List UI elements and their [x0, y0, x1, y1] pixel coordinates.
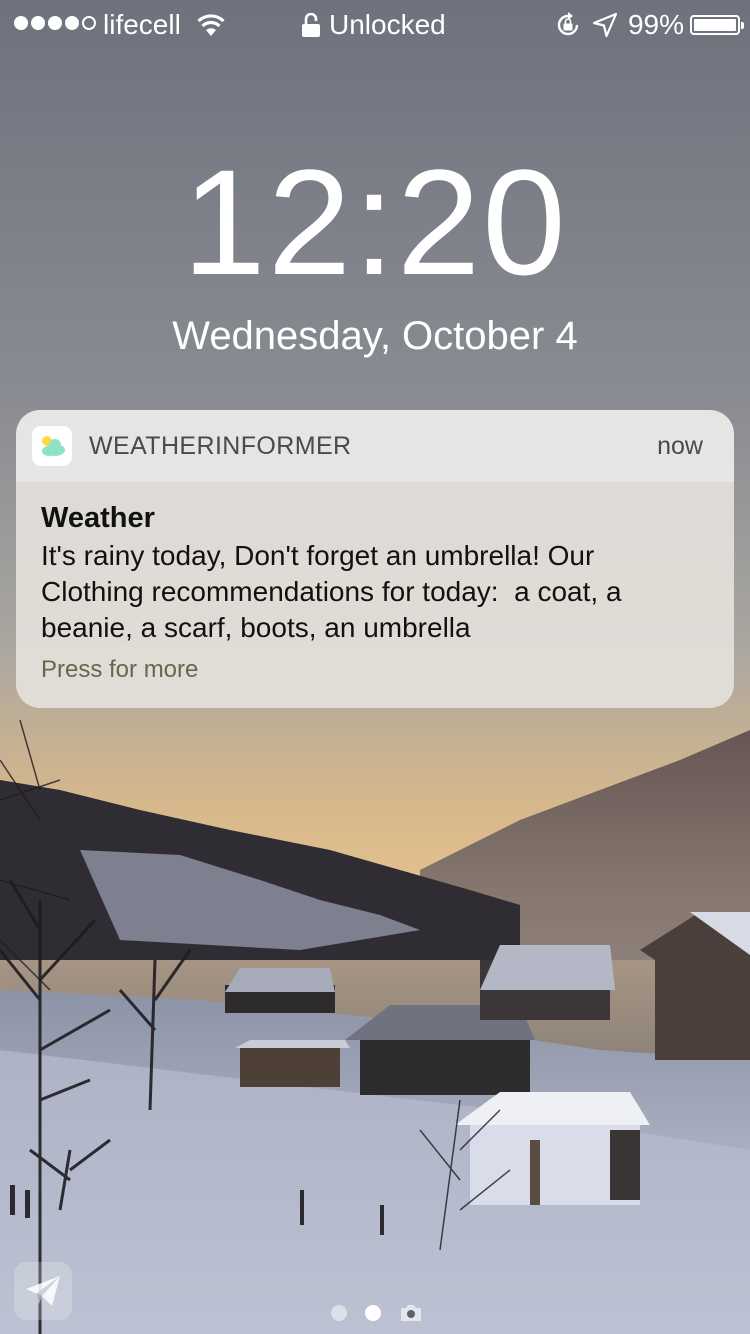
camera-icon[interactable]	[399, 1304, 423, 1322]
notification-card[interactable]: WEATHERINFORMER now Weather It's rainy t…	[16, 410, 734, 708]
battery-icon	[690, 15, 744, 35]
signal-dot-empty	[82, 16, 96, 30]
signal-dot	[31, 16, 45, 30]
notification-body: Weather It's rainy today, Don't forget a…	[16, 482, 734, 708]
lock-status-label: Unlocked	[329, 9, 446, 40]
paper-plane-icon[interactable]	[14, 1262, 72, 1320]
wifi-icon	[197, 14, 225, 36]
cellular-signal-icon	[14, 16, 96, 30]
page-dot-active[interactable]	[365, 1305, 381, 1321]
signal-dot	[65, 16, 79, 30]
lock-screen-time: 12:20	[182, 138, 568, 306]
orientation-lock-icon	[557, 12, 579, 36]
weather-cloud-sun-icon	[32, 426, 72, 466]
lock-screen-date: Wednesday, October 4	[172, 314, 578, 358]
status-right-group: 99%	[554, 9, 744, 41]
press-for-more-hint: Press for more	[41, 656, 199, 683]
location-arrow-icon	[592, 12, 618, 38]
battery-level-fill	[694, 19, 736, 31]
page-indicator	[331, 1304, 423, 1322]
signal-dot	[48, 16, 62, 30]
notification-message: It's rainy today, Don't forget an umbrel…	[41, 540, 622, 643]
notification-header: WEATHERINFORMER now	[16, 410, 734, 482]
page-dot[interactable]	[331, 1305, 347, 1321]
signal-dot	[14, 16, 28, 30]
carrier-name: lifecell	[103, 9, 181, 40]
status-bar: lifecell Unlocked 99%	[0, 0, 750, 50]
padlock-open-icon	[302, 13, 320, 37]
notification-app-name: WEATHERINFORMER	[89, 432, 352, 460]
battery-percentage: 99%	[627, 9, 684, 40]
notification-time: now	[657, 432, 703, 460]
notification-title: Weather	[41, 502, 155, 534]
lock-status: Unlocked	[302, 9, 446, 41]
